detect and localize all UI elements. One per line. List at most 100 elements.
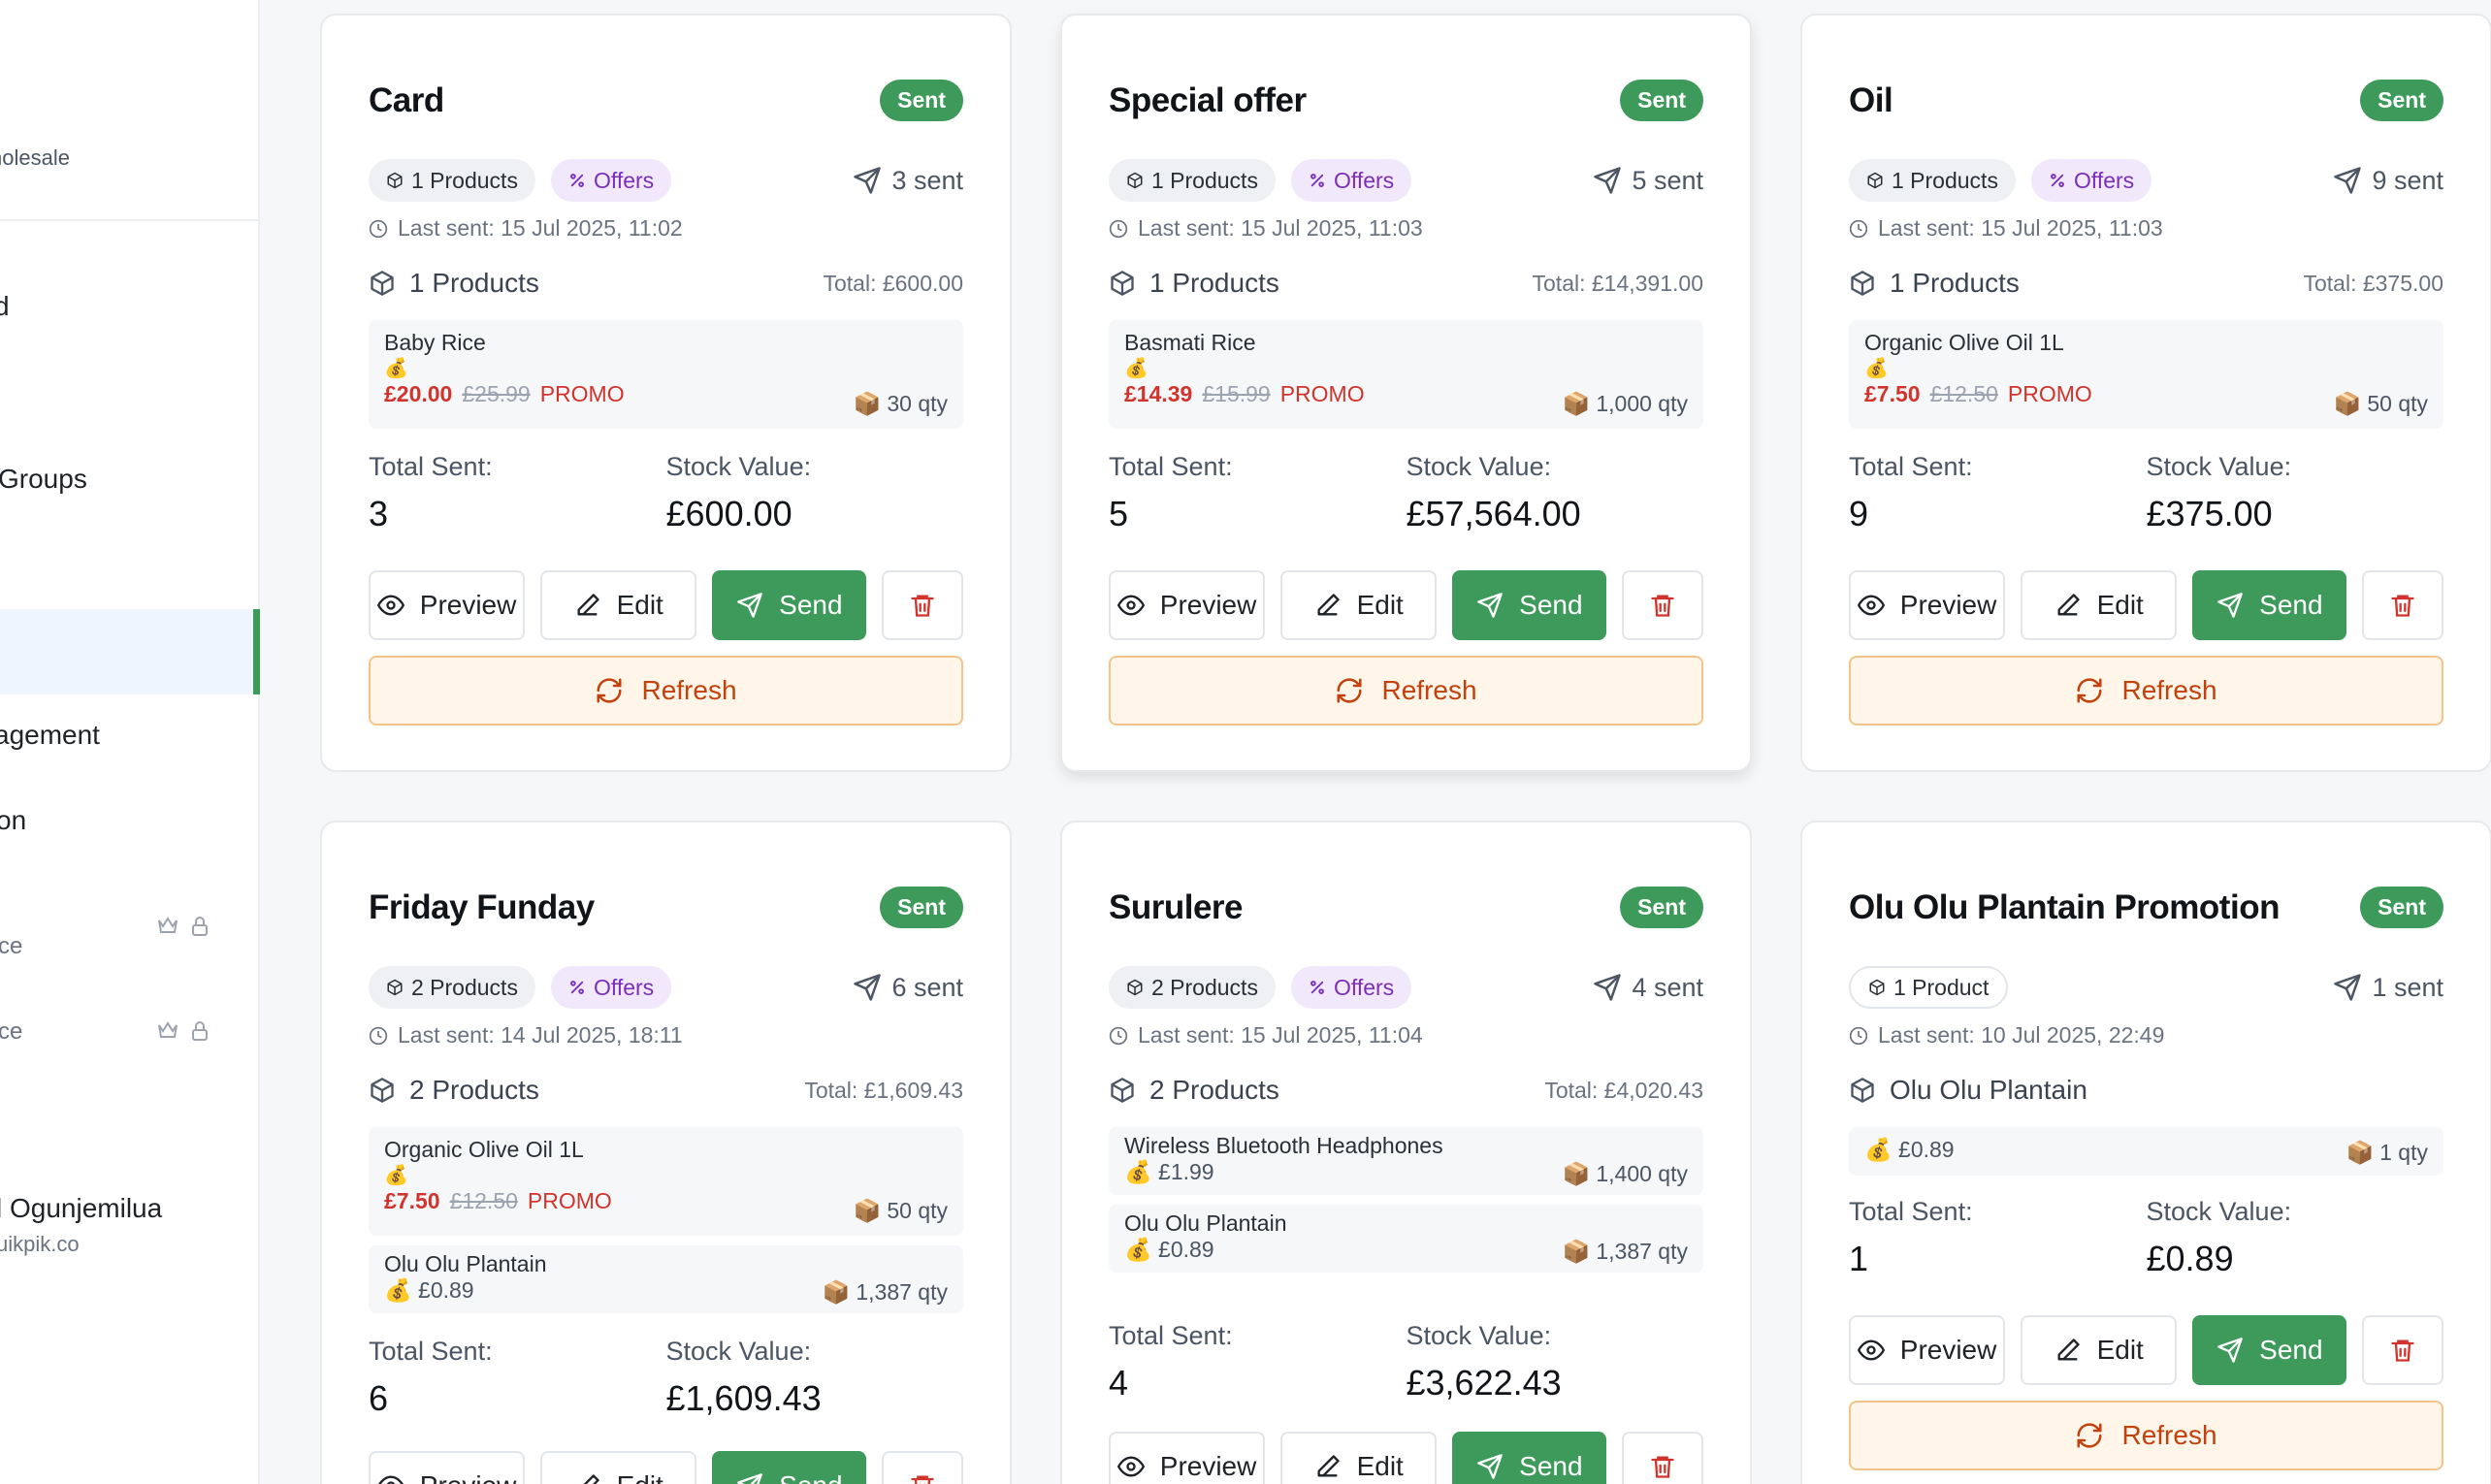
card-title: Special offer [1109, 81, 1307, 119]
product-list: Basmati Rice 💰 £14.39 £15.99 PROMO 📦 1,000 qty [1109, 320, 1703, 438]
preview-button[interactable]: Preview [1849, 1315, 2006, 1385]
edit-button[interactable]: Edit [2021, 1315, 2178, 1385]
broadcast-card: Surulere Sent 2 Products Offers 4 sent Last s… [1060, 821, 1752, 1484]
products-chip: 1 Products [369, 159, 535, 202]
product-qty: 📦 1,387 qty [1563, 1239, 1688, 1265]
refresh-button[interactable]: Refresh [1849, 656, 2443, 726]
sidebar-item-on[interactable]: on [0, 805, 26, 836]
sidebar-item-groups[interactable]: Groups [0, 464, 87, 495]
last-sent: Last sent: 14 Jul 2025, 18:11 [369, 1022, 683, 1048]
total-sent-value: 9 [1849, 494, 1869, 533]
trash-icon [2389, 592, 2416, 619]
products-count-label: 2 Products [409, 1075, 539, 1105]
delete-button[interactable] [2362, 1315, 2443, 1385]
refresh-icon [595, 676, 624, 705]
send-icon [1593, 973, 1622, 1002]
products-count: 1 Products [1849, 268, 2020, 299]
refresh-button[interactable]: Refresh [1849, 1401, 2443, 1470]
send-button[interactable]: Send [712, 570, 867, 640]
sidebar-premium-badges-2 [157, 1020, 210, 1042]
stock-value-label: Stock Value: [665, 452, 812, 481]
sent-count-label: 1 sent [2372, 972, 2443, 1002]
preview-label: Preview [1899, 1335, 1997, 1365]
sent-count: 9 sent [2333, 166, 2443, 196]
products-chip-label: 1 Product [1893, 974, 1990, 1000]
trash-icon [1649, 1453, 1676, 1480]
send-button[interactable]: Send [2192, 1315, 2347, 1385]
eye-icon [377, 1472, 404, 1484]
preview-button[interactable]: Preview [1849, 570, 2006, 640]
edit-button[interactable]: Edit [540, 1451, 697, 1484]
sidebar-item-active[interactable] [0, 609, 260, 694]
offers-chip-label: Offers [2073, 167, 2135, 193]
trash-icon [2389, 1337, 2416, 1364]
refresh-label: Refresh [2121, 1420, 2217, 1450]
edit-label: Edit [2096, 590, 2144, 620]
qty-value: 30 qty [887, 391, 948, 416]
delete-button[interactable] [1622, 570, 1703, 640]
product-item: Organic Olive Oil 1L 💰 £7.50 £12.50 PROMO 📦 50… [369, 1127, 963, 1236]
promo-price: £7.50 [384, 1188, 440, 1213]
stock-value-value: £3,622.43 [1406, 1363, 1562, 1403]
preview-button[interactable]: Preview [1109, 1432, 1266, 1484]
stock-value-label: Stock Value: [665, 1337, 812, 1366]
sidebar-item-premium-1[interactable]: ce [0, 933, 22, 960]
preview-button[interactable]: Preview [369, 570, 526, 640]
card-header: Card Sent [369, 80, 963, 121]
delete-button[interactable] [1622, 1432, 1703, 1484]
edit-button[interactable]: Edit [1280, 570, 1438, 640]
sent-count: 3 sent [853, 166, 963, 196]
last-sent: Last sent: 15 Jul 2025, 11:04 [1109, 1022, 1423, 1048]
cube-icon [1866, 172, 1884, 189]
total-sent-stat: Total Sent: 5 [1109, 452, 1407, 534]
products-count: 1 Products [369, 268, 539, 299]
pencil-icon [574, 592, 601, 619]
qty-value: 1,387 qty [856, 1279, 948, 1305]
delete-button[interactable] [2362, 570, 2443, 640]
edit-button[interactable]: Edit [2021, 570, 2178, 640]
preview-button[interactable]: Preview [369, 1451, 526, 1484]
preview-button[interactable]: Preview [1109, 570, 1266, 640]
products-total: Total: £4,020.43 [1544, 1077, 1703, 1103]
stock-value-value: £375.00 [2146, 494, 2273, 533]
card-chips: 2 Products Offers 6 sent [369, 966, 963, 1009]
card-title: Surulere [1109, 887, 1244, 926]
status-badge: Sent [880, 80, 963, 121]
send-button[interactable]: Send [2192, 570, 2347, 640]
promo-label: PROMO [1279, 381, 1365, 406]
send-button[interactable]: Send [1452, 570, 1607, 640]
edit-button[interactable]: Edit [1280, 1432, 1438, 1484]
send-button[interactable]: Send [712, 1451, 867, 1484]
card-chips: 2 Products Offers 4 sent [1109, 966, 1703, 1009]
product-price: £1.99 [1158, 1159, 1214, 1184]
delete-button[interactable] [882, 1451, 963, 1484]
edit-label: Edit [616, 590, 663, 620]
cube-icon [369, 270, 396, 297]
total-sent-value: 6 [369, 1378, 389, 1418]
qty-value: 1,400 qty [1596, 1161, 1688, 1186]
sidebar-item-dashboard[interactable]: d [0, 291, 10, 322]
last-sent-label: Last sent: 10 Jul 2025, 22:49 [1878, 1022, 2165, 1048]
send-label: Send [1519, 1451, 1583, 1481]
money-bag-icon: 💰 [1864, 1137, 1893, 1162]
refresh-button[interactable]: Refresh [369, 656, 963, 726]
cube-icon [386, 172, 404, 189]
stock-value-label: Stock Value: [2146, 1197, 2292, 1226]
sidebar-user-name[interactable]: l Ogunjemilua [0, 1193, 162, 1224]
qty-value: 1 qty [2379, 1140, 2428, 1165]
last-sent-label: Last sent: 15 Jul 2025, 11:03 [1138, 215, 1423, 241]
original-price: £12.50 [449, 1188, 518, 1213]
refresh-label: Refresh [1381, 675, 1477, 705]
total-sent-value: 3 [369, 494, 389, 533]
send-button[interactable]: Send [1452, 1432, 1607, 1484]
sidebar-item-management[interactable]: agement [0, 720, 100, 751]
edit-button[interactable]: Edit [540, 570, 697, 640]
products-count: 2 Products [1109, 1075, 1279, 1106]
crown-icon [157, 916, 178, 937]
send-label: Send [2259, 590, 2323, 620]
money-bag-icon: 💰 [384, 1277, 412, 1303]
sidebar-item-premium-2[interactable]: ce [0, 1018, 22, 1046]
refresh-button[interactable]: Refresh [1109, 656, 1703, 726]
products-header: 1 Products Total: £375.00 [1849, 268, 2443, 299]
delete-button[interactable] [882, 570, 963, 640]
